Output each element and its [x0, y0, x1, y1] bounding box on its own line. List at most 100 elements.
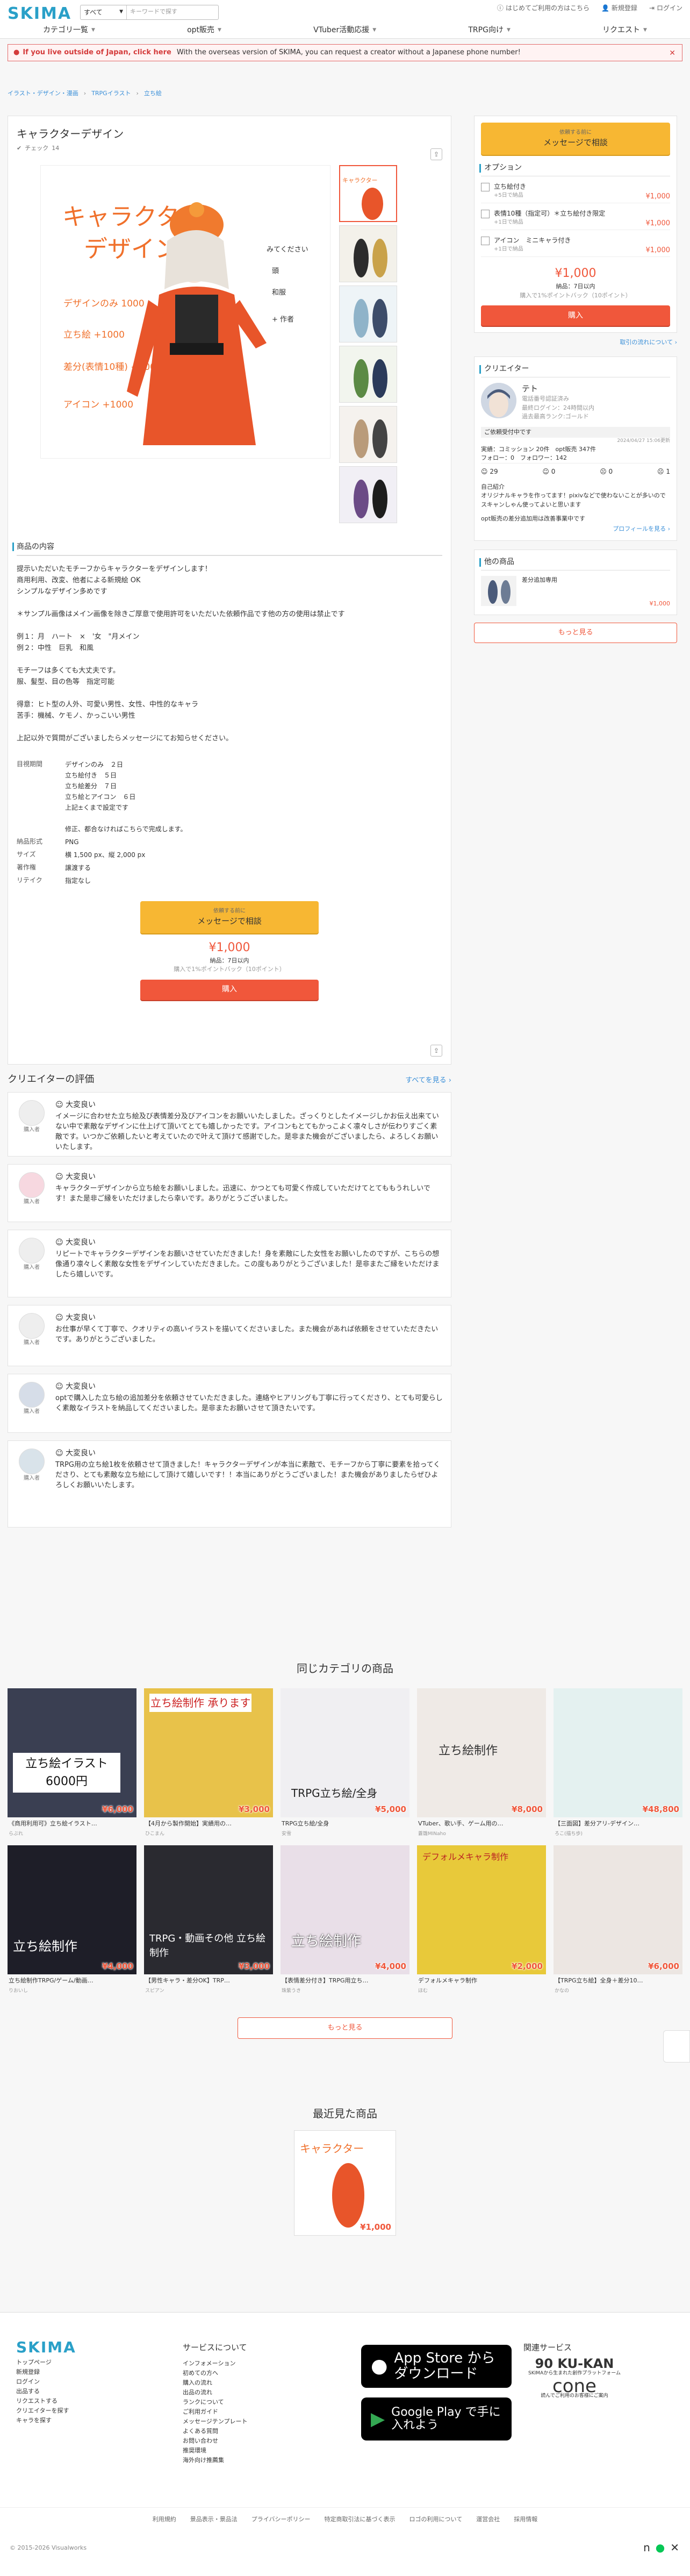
footer-link[interactable]: 新規登録 [16, 2367, 76, 2377]
delivery-days: 納品：7日以内 [210, 957, 249, 964]
thumbnail[interactable] [339, 466, 397, 523]
thumbnail[interactable] [339, 345, 397, 403]
product-tile[interactable]: TRPG・動画その他 立ち絵制作 ¥3,000 【男性キャラ・差分OK】TRP… スピ… [144, 1845, 273, 1995]
message-consult-button[interactable]: 依頼する前に メッセージで相談 [481, 123, 670, 155]
footer-link[interactable]: 推奨環境 [183, 2446, 247, 2456]
footer-link[interactable]: 運営会社 [476, 2515, 500, 2524]
footer-link[interactable]: 採用情報 [514, 2515, 537, 2524]
option-item[interactable]: アイコン ミニキャラ付き +1日で納品 ¥1,000 [481, 230, 670, 257]
footer-link[interactable]: トップページ [16, 2358, 76, 2367]
footer-link[interactable]: ランクについて [183, 2397, 247, 2407]
profile-link[interactable]: プロフィールを見る › [613, 525, 670, 532]
footer-link[interactable]: 利用規約 [153, 2515, 176, 2524]
thumbnail[interactable] [339, 405, 397, 463]
footer-link[interactable]: ログイン [16, 2377, 76, 2387]
other-item[interactable]: 差分追加専用 ¥1,000 [481, 570, 670, 608]
nav-item-trpg[interactable]: TRPG向け ▼ [468, 25, 511, 36]
other-more-button[interactable]: もっと見る [474, 623, 677, 643]
spec-key: サイズ [17, 850, 36, 858]
footer-link[interactable]: ご利用ガイド [183, 2407, 247, 2417]
product-tile[interactable]: デフォルメキャラ制作 ¥2,000 デフォルメキャラ制作 ほむ [417, 1845, 546, 1995]
app-store-badge[interactable]: ● App Store からダウンロード [361, 2345, 512, 2388]
product-tile[interactable]: ¥6,000 【TRPG立ち絵】全身＋差分10… かなの [554, 1845, 682, 1995]
search-scope-select[interactable]: すべて ▼ [81, 5, 127, 19]
footer-link[interactable]: よくある質問 [183, 2427, 247, 2436]
line-icon[interactable]: ● [656, 2539, 665, 2556]
kukan-logo[interactable]: 90 KU-KAN [523, 2357, 626, 2370]
tile-seller: 蒼雛MINaho [418, 1831, 446, 1837]
buy-button[interactable]: 購入 [481, 305, 670, 326]
rating-normal: ☹ 0 [600, 467, 613, 476]
x-icon[interactable]: ✕ [670, 2539, 679, 2556]
footer-logo[interactable]: SKIMA [16, 2340, 76, 2355]
breadcrumb-item[interactable]: 立ち絵 [144, 89, 162, 98]
transaction-flow-link[interactable]: 取引の流れについて › [620, 339, 677, 346]
recent-item[interactable]: キャラクター ¥1,000 [294, 2130, 396, 2236]
search-input[interactable]: キーワードで探す [127, 8, 218, 17]
share-icon[interactable]: ⇪ [430, 148, 442, 160]
product-title: キャラクターデザイン [17, 127, 124, 140]
product-tile[interactable]: 立ち絵制作 承ります ¥3,000 【4月から製作開始】実績用の… ひこまん [144, 1688, 273, 1838]
beginner-link[interactable]: ⓘ はじめてご利用の方はこちら [497, 3, 590, 13]
thumbnail[interactable]: キャラクター [339, 165, 397, 222]
see-all-reviews-link[interactable]: すべてを見る › [405, 1075, 451, 1086]
share-icon[interactable]: ⇪ [430, 1045, 442, 1057]
nav-item-categories[interactable]: カテゴリ一覧 ▼ [43, 25, 95, 36]
buy-button[interactable]: 購入 [140, 979, 319, 1000]
category-nav: カテゴリ一覧 ▼ opt販売 ▼ VTuber活動応援 ▼ TRPG向け ▼ リクエスト… [0, 23, 690, 39]
footer-link[interactable]: 出品の流れ [183, 2388, 247, 2397]
thumbnail[interactable] [339, 225, 397, 282]
option-item[interactable]: 表情10種（指定可）＊立ち絵付き限定 +1日で納品 ¥1,000 [481, 203, 670, 230]
message-consult-button[interactable]: 依頼する前に メッセージで相談 [140, 901, 319, 933]
footer-link[interactable]: お問い合わせ [183, 2436, 247, 2446]
google-play-badge[interactable]: ▶ Google Play で手に入れよう [361, 2397, 512, 2441]
footer-link[interactable]: ロゴの利用について [409, 2515, 463, 2524]
footer-link[interactable]: メッセージテンプレート [183, 2417, 247, 2427]
footer-link[interactable]: プライバシーポリシー [251, 2515, 311, 2524]
reviewer-label: 購入者 [24, 1340, 40, 1346]
option-checkbox[interactable] [481, 183, 490, 191]
breadcrumb-item[interactable]: TRPGイラスト [91, 89, 131, 98]
footer-link[interactable]: 出品する [16, 2387, 76, 2396]
product-tile[interactable]: ¥48,800 【三面図】差分アリ-デザイン… ろこ(描ち歩) [554, 1688, 682, 1838]
thumbnail[interactable] [339, 285, 397, 342]
footer-link[interactable]: 購入の流れ [183, 2378, 247, 2388]
option-name: アイコン ミニキャラ付き [494, 237, 571, 244]
more-items-button[interactable]: もっと見る [238, 2017, 452, 2039]
footer-link[interactable]: クリエイターを探す [16, 2406, 76, 2416]
cone-logo[interactable]: cone [523, 2377, 626, 2395]
login-link[interactable]: ⇥ ログイン [649, 3, 682, 13]
signup-link[interactable]: 👤 新規登録 [601, 3, 637, 13]
product-tile[interactable]: 立ち絵制作 ¥4,000 立ち絵制作TRPG/ゲーム/動画… りおいし [8, 1845, 136, 1995]
option-checkbox[interactable] [481, 237, 490, 245]
creator-name[interactable]: テト [522, 383, 594, 395]
product-tile[interactable]: TRPG立ち絵/全身 ¥5,000 TRPG立ち絵/全身 安雪 [281, 1688, 409, 1838]
option-item[interactable]: 立ち絵付き +5日で納品 ¥1,000 [481, 176, 670, 203]
nav-item-vtuber[interactable]: VTuber活動応援 ▼ [313, 25, 376, 36]
footer-link[interactable]: リクエストする [16, 2396, 76, 2406]
product-tile[interactable]: 立ち絵制作 ¥4,000 【表情差分付き】TRPG用立ち… 珠紫うき [281, 1845, 409, 1995]
nav-label: opt販売 [187, 26, 215, 34]
review-item: 購入者 ☺ 大変良い お仕事が早くて丁寧で、クオリティの高いイラストを描いてください… [8, 1305, 451, 1366]
product-tile[interactable]: 立ち絵イラスト 6000円 ¥6,000 《商用利用可》立ち絵イラスト… らぶれ [8, 1688, 136, 1838]
footer-link[interactable]: 特定商取引法に基づく表示 [325, 2515, 396, 2524]
floating-scroll-button[interactable] [663, 2030, 690, 2063]
footer-link[interactable]: インフォメーション [183, 2359, 247, 2368]
tile-badge: TRPG立ち絵/全身 [291, 1787, 378, 1800]
check-icon[interactable]: ✔ [17, 144, 21, 153]
footer-link[interactable]: キャラを探す [16, 2416, 76, 2425]
footer-link[interactable]: 海外向け推薦集 [183, 2456, 247, 2465]
note-icon[interactable]: n [643, 2539, 650, 2556]
option-checkbox[interactable] [481, 210, 490, 218]
overseas-link[interactable]: If you live outside of Japan, click here [23, 47, 171, 58]
breadcrumb-item[interactable]: イラスト・デザイン・漫画 [8, 89, 78, 98]
footer-link[interactable]: 景品表示・景品法 [190, 2515, 238, 2524]
main-product-image[interactable]: キャラクター デザイン デザインのみ 1000 立ち絵 +1000 差分(表情1… [40, 165, 330, 459]
creator-avatar[interactable] [481, 382, 516, 418]
product-tile[interactable]: 立ち絵制作 ¥8,000 VTuber、歌い手、ゲーム用の… 蒼雛MINaho [417, 1688, 546, 1838]
close-icon[interactable]: ✕ [669, 48, 675, 59]
tile-price: ¥5,000 [375, 1804, 406, 1814]
nav-item-request[interactable]: リクエスト ▼ [602, 25, 647, 36]
footer-link[interactable]: 初めての方へ [183, 2368, 247, 2378]
nav-item-opt[interactable]: opt販売 ▼ [187, 25, 221, 36]
